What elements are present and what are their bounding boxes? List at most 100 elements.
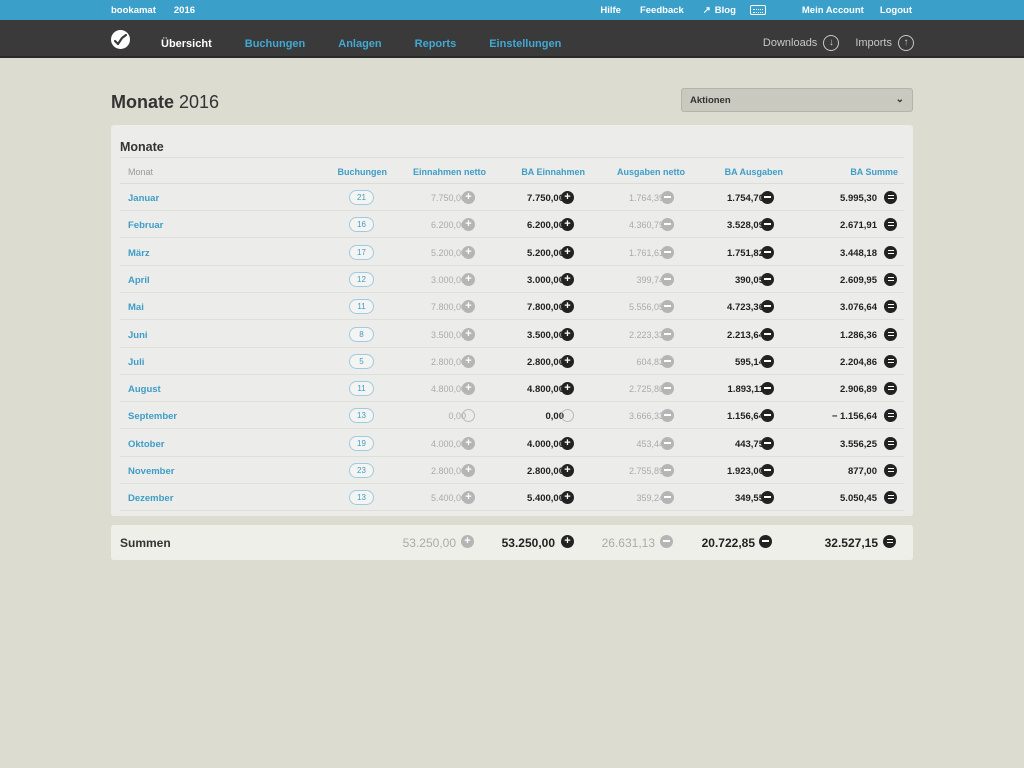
bookings-count-badge[interactable]: 11 [349,381,374,397]
table-row[interactable]: August 11 4.800,00 +4.800,00 +2.725,80 1.893,… [120,375,904,403]
download-arrow-icon[interactable]: ↓ [823,35,840,51]
sum-ba-summe: 32.527,15 [824,536,878,550]
month-link[interactable]: September [128,411,177,422]
nav-reports[interactable]: Reports [415,38,457,50]
equals-icon [884,409,897,423]
equals-icon [884,354,897,368]
bookings-count-badge[interactable]: 13 [349,490,374,506]
sums-row: Summen 53.250,00 + 53.250,00 + 26.631,13… [111,525,913,560]
bookings-count-badge[interactable]: 19 [349,435,374,451]
table-row[interactable]: April 12 3.000,00 +3.000,00 +399,74 390,05 2.6… [120,266,904,293]
page-title: Monate 2016 [111,92,220,112]
ba-ausgaben-value: 1.893,11 [727,384,764,396]
table-row[interactable]: Oktober 19 4.000,00 +4.000,00 +453,44 443,75 3… [120,430,904,457]
einnahmen-netto-value: 4.000,00 [430,438,466,449]
month-link[interactable]: Dezember [128,493,173,504]
month-link[interactable]: Juni [128,330,148,341]
month-link[interactable]: Juli [128,357,144,368]
year-selector[interactable]: 2016 [174,5,195,22]
month-link[interactable]: Januar [128,193,159,204]
table-row[interactable]: März 17 5.200,00 +5.200,00 +1.761,61 1.751,82… [120,239,904,266]
bookings-count-badge[interactable]: 12 [349,271,374,287]
imports-link[interactable]: Imports [855,37,892,49]
bookings-count-badge[interactable]: 13 [349,408,374,424]
equals-icon [884,491,897,505]
einnahmen-netto-value: 7.750,00 [430,193,466,203]
bookings-count-badge[interactable]: 21 [349,190,374,205]
sums-label: Summen [120,536,171,550]
ausgaben-netto-value: 1.761,61 [628,247,664,258]
equals-icon [884,272,897,286]
bookings-count-badge[interactable]: 17 [349,244,374,260]
nav-einstellungen[interactable]: Einstellungen [489,38,561,50]
ba-ausgaben-value: 390,05 [734,274,764,286]
bookings-count-badge[interactable]: 5 [349,353,374,369]
einnahmen-netto-value: 3.500,00 [430,329,466,340]
blog-link[interactable]: Blog [715,5,736,16]
nav-anlagen[interactable]: Anlagen [338,38,381,50]
table-row[interactable]: Juli 5 2.800,00 +2.800,00 +604,83 595,14 2.204… [120,348,904,375]
einnahmen-netto-value: 6.200,00 [430,220,466,231]
brand-link[interactable]: bookamat [111,5,156,16]
month-link[interactable]: August [128,384,161,395]
help-link[interactable]: Hilfe [600,5,621,16]
plus-icon: + [462,218,475,232]
equals-icon [884,300,897,314]
ba-einnahmen-value: 2.800,00 [527,356,564,368]
ausgaben-netto-value: 4.360,79 [628,220,664,231]
month-link[interactable]: November [128,466,174,477]
month-link[interactable]: Oktober [128,439,164,450]
sum-einnahmen-netto: 53.250,00 [402,536,456,550]
table-row[interactable]: September 13 0,00 0,00 3.666,33 1.156,64− 1.1… [120,402,904,430]
upload-arrow-icon[interactable]: ↑ [898,35,914,51]
plus-icon: + [561,245,574,259]
month-link[interactable]: Februar [128,220,163,231]
ba-ausgaben-value: 1.923,00 [727,466,764,477]
plus-icon: + [561,535,574,548]
ba-summe-value: 2.671,91 [840,220,877,232]
account-link[interactable]: Mein Account [802,5,864,16]
plus-icon: + [561,436,574,450]
bookings-count-badge[interactable]: 16 [349,217,374,233]
sum-ba-ausgaben: 20.722,85 [701,536,755,550]
col-ba-ausgaben: BA Ausgaben [724,167,783,177]
equals-icon [884,436,897,450]
ausgaben-netto-value: 2.755,89 [628,466,664,476]
plus-icon: + [462,272,475,286]
month-link[interactable]: April [128,275,150,286]
table-row[interactable]: November 23 2.800,00 +2.800,00 +2.755,89 1.92… [120,457,904,484]
ba-einnahmen-value: 4.000,00 [527,438,564,450]
nav-ubersicht[interactable]: Übersicht [161,38,212,50]
ba-ausgaben-value: 595,14 [734,356,764,368]
actions-dropdown[interactable]: Aktionen ⌄ [681,88,913,112]
minus-icon [661,491,674,505]
plus-icon: + [561,491,574,505]
table-row[interactable]: Februar 16 6.200,00 +6.200,00 +4.360,79 3.528… [120,211,904,239]
bookings-count-badge[interactable]: 8 [349,326,374,342]
bookings-count-badge[interactable]: 11 [349,299,374,315]
table-row[interactable]: Januar 21 7.750,00 +7.750,00 +1.764,39 1.754,… [120,184,904,211]
ausgaben-netto-value: 2.725,80 [628,384,664,395]
month-link[interactable]: Mai [128,302,144,313]
ba-summe-value: 1.286,36 [840,329,877,341]
nav-buchungen[interactable]: Buchungen [245,38,306,50]
plus-icon: + [462,245,475,259]
feedback-link[interactable]: Feedback [640,5,684,16]
minus-icon [661,272,674,286]
bookings-count-badge[interactable]: 23 [349,463,374,478]
minus-icon [661,409,674,423]
keyboard-icon[interactable] [749,5,766,15]
ba-summe-value: 3.448,18 [840,247,877,259]
logo-icon[interactable] [111,30,130,49]
downloads-link[interactable]: Downloads [763,37,817,49]
logout-link[interactable]: Logout [880,5,912,16]
minus-icon [761,191,774,204]
months-table-panel: Monate Monat Buchungen Einnahmen netto B… [111,125,913,516]
ba-ausgaben-value: 1.754,70 [727,193,764,204]
month-link[interactable]: März [128,248,150,259]
plus-icon: + [462,191,475,204]
table-row[interactable]: Mai 11 7.800,00 +7.800,00 +5.556,05 4.723,36 3… [120,293,904,321]
table-row[interactable]: Dezember 13 5.400,00 +5.400,00 +359,24 349,55… [120,484,904,512]
table-row[interactable]: Juni 8 3.500,00 +3.500,00 +2.223,33 2.213,64 1… [120,321,904,348]
col-ba-summe: BA Summe [850,167,898,177]
